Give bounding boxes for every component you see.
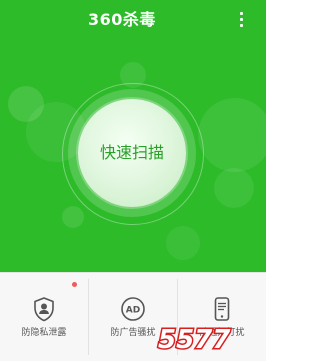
svg-text:5577: 5577: [158, 325, 231, 355]
quick-scan-button[interactable]: 快速扫描: [78, 99, 186, 207]
app-title-brand: 360: [88, 10, 123, 29]
shield-user-icon: [34, 297, 54, 322]
app-title: 360杀毒: [88, 10, 156, 30]
site-watermark-logo: 5577: [157, 324, 233, 357]
decor-bubble: [198, 98, 266, 172]
tool-privacy[interactable]: 防隐私泄露: [0, 273, 88, 361]
svg-text:AD: AD: [126, 306, 140, 316]
hero-panel: 360杀毒 快速扫描: [0, 0, 266, 272]
quick-scan-label: 快速扫描: [99, 143, 164, 162]
tool-privacy-label: 防隐私泄露: [21, 328, 67, 338]
menu-dot: [240, 12, 243, 15]
decor-bubble: [166, 226, 200, 260]
antivirus-app: 360杀毒 快速扫描 防隐私泄露 AD 防广告骚扰 防通知打扰 5577: [0, 0, 266, 361]
phone-icon: [214, 297, 230, 321]
notification-dot: [72, 282, 77, 287]
top-bar: 360杀毒: [0, 0, 266, 40]
ad-icon: AD: [121, 297, 145, 321]
menu-dot: [240, 24, 243, 27]
decor-bubble: [62, 206, 84, 228]
more-vertical-icon[interactable]: [232, 8, 252, 32]
app-title-text: 杀毒: [122, 10, 156, 29]
decor-bubble: [214, 168, 254, 208]
menu-dot: [240, 18, 243, 21]
